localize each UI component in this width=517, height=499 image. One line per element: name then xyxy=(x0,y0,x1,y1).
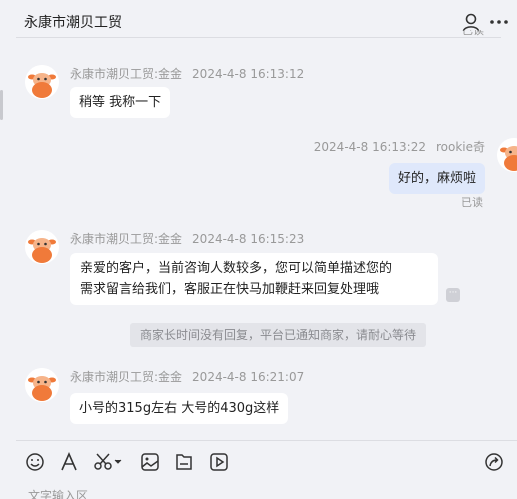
image-icon[interactable] xyxy=(140,452,160,472)
message-bubble[interactable]: 亲爱的客户，当前咨询人数较多，您可以简单描述您的 需求留言给我们，客服正在快马加… xyxy=(70,253,438,305)
read-status: 已读 xyxy=(461,196,483,209)
composer-divider xyxy=(16,440,517,441)
more-icon[interactable] xyxy=(489,12,509,32)
sender-name: 永康市潮贝工贸:金金 xyxy=(70,232,183,246)
message-bubble[interactable]: 好的，麻烦啦 xyxy=(388,163,485,194)
message-bubble[interactable]: 小号的315g左右 大号的430g这样 xyxy=(70,393,289,424)
avatar[interactable] xyxy=(25,368,59,402)
sender-name: 永康市潮贝工贸:金金 xyxy=(70,370,183,384)
avatar[interactable] xyxy=(25,65,59,99)
message-more-button[interactable]: ··· xyxy=(446,288,460,302)
header-divider xyxy=(16,37,501,38)
sender-name: 永康市潮贝工贸:金金 xyxy=(70,67,183,81)
message-meta: 永康市潮贝工贸:金金 2024-4-8 16:21:07 xyxy=(70,368,304,385)
message-input[interactable]: 文字输入区 xyxy=(28,487,88,499)
message-time: 2024-4-8 16:15:23 xyxy=(192,232,305,246)
cow-avatar-icon xyxy=(25,65,59,99)
cow-avatar-icon xyxy=(25,368,59,402)
message-time: 2024-4-8 16:13:22 xyxy=(313,140,426,154)
message-time: 2024-4-8 16:21:07 xyxy=(192,370,305,384)
person-icon[interactable] xyxy=(461,12,481,32)
message-meta: 永康市潮贝工贸:金金 2024-4-8 16:13:12 xyxy=(70,65,304,82)
font-icon[interactable] xyxy=(59,452,79,472)
message-time: 2024-4-8 16:13:12 xyxy=(192,67,305,81)
system-notice: 商家长时间没有回复，平台已通知商家，请耐心等待 xyxy=(130,323,426,347)
cow-avatar-icon xyxy=(497,138,517,172)
file-icon[interactable] xyxy=(174,452,194,472)
chat-header: 永康市潮贝工贸 xyxy=(0,0,517,38)
message-meta: 永康市潮贝工贸:金金 2024-4-8 16:15:23 xyxy=(70,230,304,247)
avatar[interactable] xyxy=(497,138,517,172)
chat-title: 永康市潮贝工贸 xyxy=(24,15,122,31)
cow-avatar-icon xyxy=(25,230,59,264)
video-icon[interactable] xyxy=(209,452,229,472)
read-status-clipped: 已读 xyxy=(462,30,484,37)
emoji-icon[interactable] xyxy=(25,452,45,472)
share-icon[interactable] xyxy=(484,452,504,472)
scissors-icon[interactable] xyxy=(93,452,123,472)
message-bubble[interactable]: 稍等 我称一下 xyxy=(70,87,171,118)
scrollbar[interactable] xyxy=(0,90,3,120)
avatar[interactable] xyxy=(25,230,59,264)
sender-name: rookie奇 xyxy=(435,140,485,154)
message-meta: 2024-4-8 16:13:22 rookie奇 xyxy=(314,138,485,155)
message-line: 亲爱的客户，当前咨询人数较多，您可以简单描述您的 xyxy=(80,261,393,276)
message-line: 需求留言给我们，客服正在快马加鞭赶来回复处理哦 xyxy=(80,282,380,297)
